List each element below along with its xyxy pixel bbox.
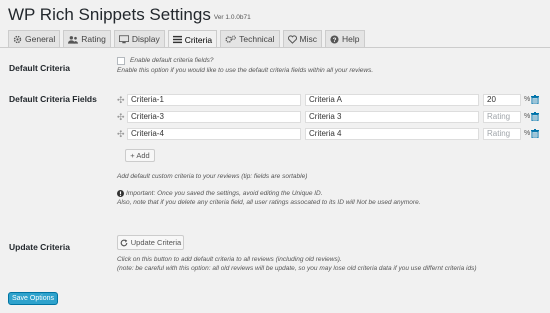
update-criteria-button[interactable]: Update Criteria bbox=[117, 235, 184, 250]
svg-text:?: ? bbox=[333, 36, 337, 43]
help-icon: ? bbox=[330, 34, 339, 44]
tab-criteria[interactable]: Criteria bbox=[167, 30, 218, 48]
update-criteria-line1: Click on this button to add default crit… bbox=[117, 256, 342, 263]
tab-general[interactable]: General bbox=[8, 30, 61, 47]
drag-handle-icon[interactable]: ✣ bbox=[117, 95, 125, 105]
list-icon bbox=[172, 35, 182, 44]
drag-handle-icon[interactable]: ✣ bbox=[117, 112, 125, 122]
important-notice: Important: Once you saved the settings, … bbox=[117, 190, 323, 197]
percent-label: % bbox=[524, 130, 531, 137]
checkbox-label: Enable default criteria fields? bbox=[130, 57, 214, 64]
heart-icon bbox=[287, 34, 297, 44]
monitor-icon bbox=[118, 34, 129, 44]
page-title: WP Rich Snippets Settings Ver 1.0.0b71 bbox=[8, 5, 251, 25]
criteria-fields-label: Default Criteria Fields bbox=[9, 94, 97, 104]
tab-label: Misc bbox=[299, 34, 318, 44]
criteria-name-input[interactable]: Criteria A bbox=[305, 94, 479, 106]
criteria-name-input[interactable]: Criteria 3 bbox=[305, 111, 479, 123]
criteria-name-input[interactable]: Criteria 4 bbox=[305, 128, 479, 140]
criteria-rating-input[interactable]: 20 bbox=[483, 94, 521, 106]
tab-display[interactable]: Display bbox=[113, 30, 165, 47]
trash-icon[interactable] bbox=[531, 95, 539, 104]
gear-icon bbox=[13, 35, 22, 44]
trash-icon[interactable] bbox=[531, 129, 539, 138]
update-criteria-line2: (note: be careful with this option: all … bbox=[117, 265, 477, 272]
update-criteria-label: Update Criteria bbox=[9, 242, 70, 252]
exclamation-icon bbox=[117, 190, 124, 197]
save-options-button[interactable]: Save Options bbox=[8, 292, 58, 305]
tab-bar: General Rating Display Criteria Technica… bbox=[8, 30, 368, 48]
criteria-rating-input[interactable]: Rating bbox=[483, 111, 521, 123]
tab-label: Criteria bbox=[184, 34, 213, 45]
criteria-id-input[interactable]: Criteria-1 bbox=[127, 94, 301, 106]
update-criteria-button-label: Update Criteria bbox=[130, 238, 182, 247]
tab-label: General bbox=[25, 34, 56, 44]
tab-help[interactable]: ? Help bbox=[325, 30, 365, 47]
criteria-id-input[interactable]: Criteria-3 bbox=[127, 111, 301, 123]
criteria-help-text: Add default custom criteria to your revi… bbox=[117, 173, 308, 180]
gears-icon bbox=[225, 35, 236, 44]
page-title-text: WP Rich Snippets Settings bbox=[8, 5, 211, 24]
add-criteria-button[interactable]: + Add bbox=[125, 149, 155, 162]
tab-rating[interactable]: Rating bbox=[63, 30, 111, 47]
percent-label: % bbox=[524, 113, 531, 120]
users-icon bbox=[68, 35, 79, 44]
percent-label: % bbox=[524, 96, 531, 103]
trash-icon[interactable] bbox=[531, 112, 539, 121]
delete-note: Also, note that if you delete any criter… bbox=[117, 199, 421, 206]
tab-label: Technical bbox=[239, 34, 275, 44]
tab-label: Help bbox=[342, 34, 360, 44]
criteria-rating-input[interactable]: Rating bbox=[483, 128, 521, 140]
tab-technical[interactable]: Technical bbox=[220, 30, 280, 47]
tab-divider bbox=[0, 47, 550, 48]
tab-label: Rating bbox=[81, 34, 106, 44]
default-criteria-label: Default Criteria bbox=[9, 63, 70, 73]
refresh-icon bbox=[120, 238, 128, 247]
important-text: Important: Once you saved the settings, … bbox=[126, 190, 323, 197]
tab-misc[interactable]: Misc bbox=[282, 30, 323, 47]
tab-label: Display bbox=[131, 34, 160, 44]
enable-default-criteria-checkbox[interactable] bbox=[117, 57, 125, 65]
default-criteria-description: Enable this option if you would like to … bbox=[117, 67, 374, 74]
version-label: Ver 1.0.0b71 bbox=[213, 14, 251, 21]
criteria-id-input[interactable]: Criteria-4 bbox=[127, 128, 301, 140]
drag-handle-icon[interactable]: ✣ bbox=[117, 129, 125, 139]
